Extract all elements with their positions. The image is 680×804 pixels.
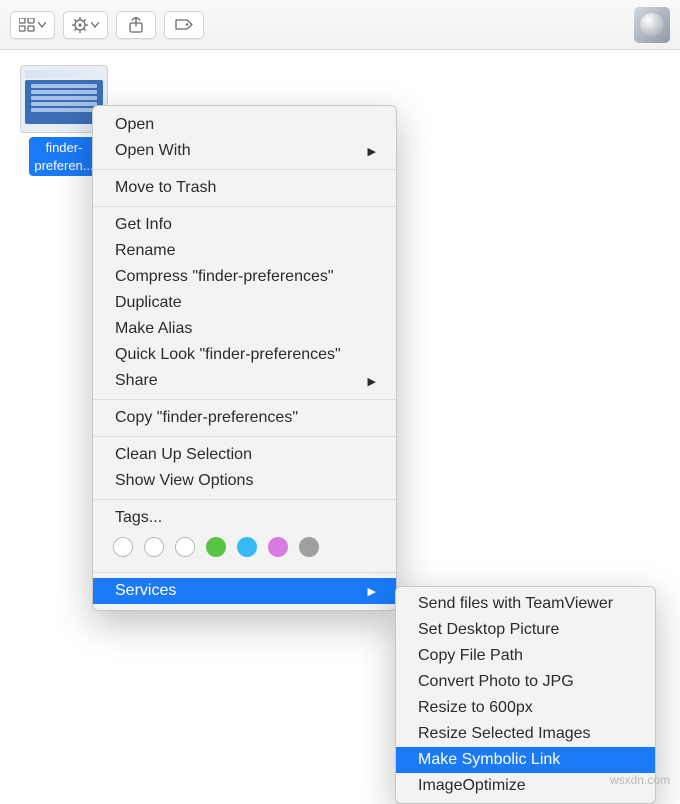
menu-separator (93, 499, 396, 500)
action-menu-button[interactable] (63, 11, 108, 39)
submenu-item[interactable]: Resize to 600px (396, 695, 655, 721)
submenu-arrow-icon: ▶ (368, 375, 376, 388)
menu-item-get-info[interactable]: Get Info (93, 212, 396, 238)
menu-item-copy[interactable]: Copy "finder-preferences" (93, 405, 396, 431)
menu-item-view-options[interactable]: Show View Options (93, 468, 396, 494)
menu-separator (93, 572, 396, 573)
menu-item-label: Services (115, 582, 176, 600)
submenu-item[interactable]: Convert Photo to JPG (396, 669, 655, 695)
menu-item-compress[interactable]: Compress "finder-preferences" (93, 264, 396, 290)
menu-item-duplicate[interactable]: Duplicate (93, 290, 396, 316)
gear-icon (72, 17, 88, 33)
services-submenu: Send files with TeamViewerSet Desktop Pi… (395, 586, 656, 804)
share-button[interactable] (116, 11, 156, 39)
submenu-item[interactable]: Make Symbolic Link (396, 747, 655, 773)
context-menu: Open Open With ▶ Move to Trash Get Info … (92, 105, 397, 611)
menu-item-rename[interactable]: Rename (93, 238, 396, 264)
submenu-item[interactable]: Copy File Path (396, 643, 655, 669)
submenu-item[interactable]: Send files with TeamViewer (396, 591, 655, 617)
submenu-arrow-icon: ▶ (368, 145, 376, 158)
menu-item-open-with[interactable]: Open With ▶ (93, 138, 396, 164)
view-mode-button[interactable] (10, 11, 55, 39)
menu-item-make-alias[interactable]: Make Alias (93, 316, 396, 342)
menu-item-label: Share (115, 372, 158, 390)
tag-icon (174, 18, 194, 31)
tag-color-row (93, 531, 396, 567)
menu-separator (93, 436, 396, 437)
tag-color-dot[interactable] (175, 537, 195, 557)
menu-item-quick-look[interactable]: Quick Look "finder-preferences" (93, 342, 396, 368)
menu-item-clean-up[interactable]: Clean Up Selection (93, 442, 396, 468)
menu-item-label: Open With (115, 142, 191, 160)
automator-icon[interactable] (634, 7, 670, 43)
tag-color-dot[interactable] (113, 537, 133, 557)
menu-separator (93, 206, 396, 207)
menu-item-share[interactable]: Share ▶ (93, 368, 396, 394)
menu-item-open[interactable]: Open (93, 112, 396, 138)
tag-color-dot[interactable] (206, 537, 226, 557)
menu-separator (93, 169, 396, 170)
submenu-arrow-icon: ▶ (368, 585, 376, 598)
menu-item-services[interactable]: Services ▶ (93, 578, 396, 604)
watermark-text: wsxdn.com (610, 773, 670, 787)
menu-item-trash[interactable]: Move to Trash (93, 175, 396, 201)
file-label[interactable]: finder-preferen... (29, 137, 98, 176)
menu-separator (93, 399, 396, 400)
window-toolbar (0, 0, 680, 50)
submenu-item[interactable]: Resize Selected Images (396, 721, 655, 747)
tag-color-dot[interactable] (268, 537, 288, 557)
tag-color-dot[interactable] (144, 537, 164, 557)
tag-color-dot[interactable] (299, 537, 319, 557)
chevron-down-icon (91, 22, 99, 28)
tags-button[interactable] (164, 11, 204, 39)
grid-view-icon (19, 18, 35, 32)
submenu-item[interactable]: Set Desktop Picture (396, 617, 655, 643)
share-icon (129, 17, 143, 33)
menu-item-tags[interactable]: Tags... (93, 505, 396, 531)
chevron-down-icon (38, 22, 46, 28)
finder-content-area[interactable]: finder-preferen... Open Open With ▶ Move… (0, 50, 680, 795)
tag-color-dot[interactable] (237, 537, 257, 557)
